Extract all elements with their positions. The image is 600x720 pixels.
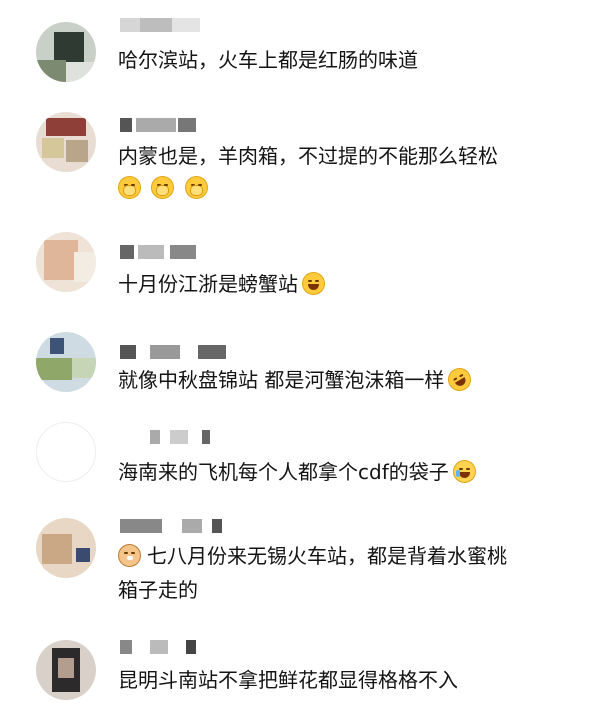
avatar[interactable] bbox=[36, 22, 96, 82]
emoji-row bbox=[118, 172, 588, 204]
comment-text: 海南来的飞机每个人都拿个cdf的袋子 bbox=[118, 456, 588, 488]
rolling-laugh-icon bbox=[444, 363, 476, 396]
comment-text: 昆明斗南站不拿把鲜花都显得格格不入 bbox=[118, 668, 458, 692]
avatar[interactable] bbox=[36, 518, 96, 578]
avatar[interactable] bbox=[36, 422, 96, 482]
username-blurred[interactable] bbox=[120, 345, 230, 359]
comment-text: 哈尔滨站，火车上都是红肠的味道 bbox=[118, 48, 418, 72]
username-blurred[interactable] bbox=[120, 519, 230, 533]
avatar[interactable] bbox=[36, 112, 96, 172]
crying-face-icon bbox=[452, 460, 476, 483]
laughing-tears-icon bbox=[302, 272, 325, 295]
comment-text-continued: 箱子走的 bbox=[118, 578, 198, 602]
avatar[interactable] bbox=[36, 332, 96, 392]
avatar[interactable] bbox=[36, 232, 96, 292]
comment-text: 就像中秋盘锦站 都是河蟹泡沫箱一样 bbox=[118, 363, 588, 396]
shy-face-icon bbox=[151, 176, 175, 199]
shy-face-icon bbox=[118, 176, 141, 199]
shy-face-icon bbox=[184, 176, 208, 199]
username-blurred[interactable] bbox=[120, 640, 200, 654]
username-blurred[interactable] bbox=[120, 430, 210, 444]
comment-text: 内蒙也是，羊肉箱，不过提的不能那么轻松 bbox=[118, 144, 498, 168]
username-blurred[interactable] bbox=[120, 245, 206, 259]
username-blurred[interactable] bbox=[120, 18, 210, 32]
comment-text: 十月份江浙是螃蟹站 bbox=[118, 268, 588, 300]
comment-text: 七八月份来无锡火车站，都是背着水蜜桃 bbox=[118, 540, 588, 572]
avatar[interactable] bbox=[36, 640, 96, 700]
username-blurred[interactable] bbox=[120, 118, 200, 132]
cat-face-icon bbox=[118, 544, 141, 567]
